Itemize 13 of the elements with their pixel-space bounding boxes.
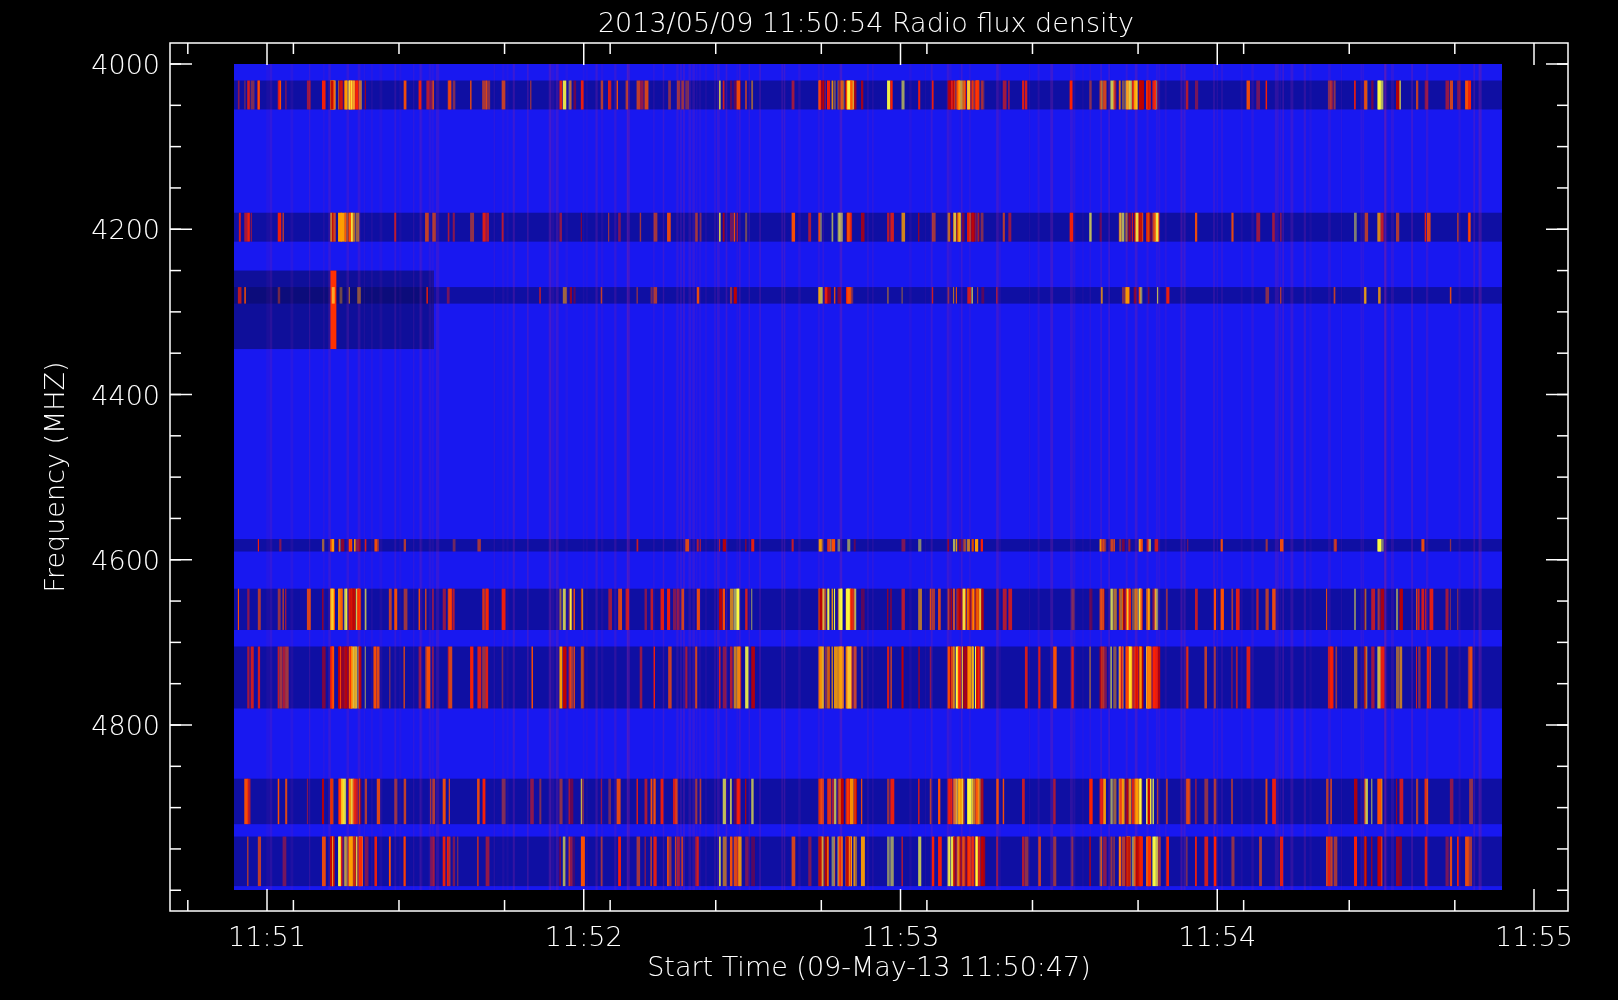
y-tick-label: 4800: [91, 710, 160, 741]
x-tick-label: 11:52: [544, 921, 623, 952]
y-axis-label: Frequency (MHZ): [39, 361, 70, 593]
y-tick-label: 4000: [91, 49, 160, 80]
plot-title: 2013/05/09 11:50:54 Radio flux density: [597, 7, 1135, 38]
x-tick-label: 11:55: [1495, 921, 1573, 952]
y-tick-label: 4400: [91, 379, 160, 411]
x-tick-label: 11:51: [228, 921, 306, 952]
x-tick-label: 11:53: [861, 921, 940, 952]
x-tick-label: 11:54: [1178, 921, 1257, 952]
y-tick-label: 4200: [91, 214, 160, 246]
x-axis-label: Start Time (09-May-13 11:50:47): [647, 951, 1091, 982]
y-tick-label: 4600: [91, 544, 160, 576]
